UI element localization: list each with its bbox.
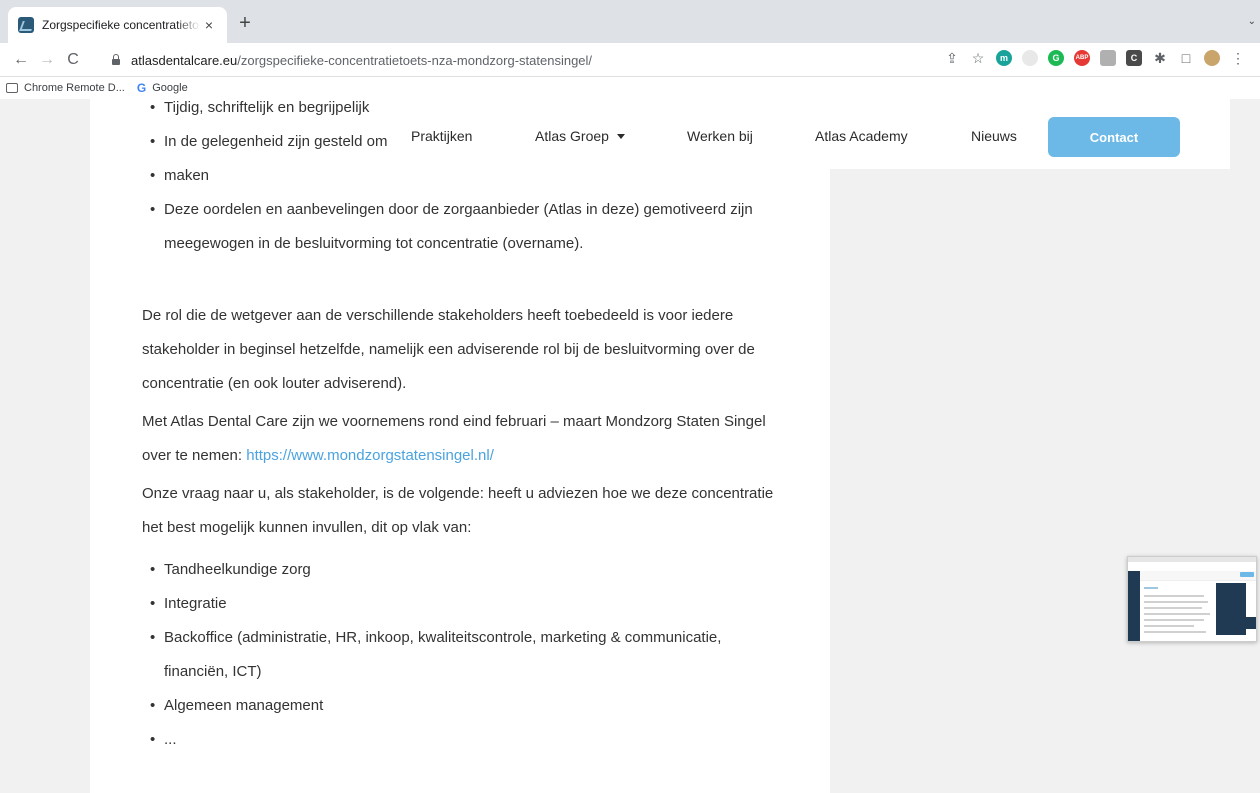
site-favicon-icon bbox=[18, 17, 34, 33]
web-page: Tijdig, schriftelijk en begrijpelijk In … bbox=[0, 99, 1260, 793]
bookmarks-bar: Chrome Remote D... G Google bbox=[0, 77, 1260, 99]
profile-avatar[interactable] bbox=[1204, 50, 1220, 66]
tab-strip: Zorgspecifieke concentratietoets × + ⌄ bbox=[0, 0, 1260, 43]
list-item: Integratie bbox=[142, 587, 782, 621]
extension-adblock-icon[interactable]: ABP bbox=[1074, 50, 1090, 66]
bookmark-label: Google bbox=[152, 82, 188, 94]
close-tab-icon[interactable]: × bbox=[201, 17, 217, 33]
caret-down-icon bbox=[616, 133, 625, 139]
lock-icon[interactable] bbox=[111, 54, 121, 66]
extension-c-icon[interactable]: C bbox=[1126, 50, 1142, 66]
tab-search-icon[interactable]: ⌄ bbox=[1248, 16, 1256, 27]
extension-box-icon[interactable] bbox=[1100, 50, 1116, 66]
nav-werken-bij[interactable]: Werken bij bbox=[687, 128, 753, 144]
google-icon: G bbox=[136, 81, 147, 95]
share-icon[interactable]: ⇪ bbox=[944, 50, 960, 66]
new-tab-button[interactable]: + bbox=[234, 12, 256, 34]
extensions-puzzle-icon[interactable]: ✱ bbox=[1152, 50, 1168, 66]
paragraph-question: Onze vraag naar u, als stakeholder, is d… bbox=[142, 485, 774, 536]
list-item: ... bbox=[142, 723, 782, 757]
bookmark-chrome-remote[interactable]: Chrome Remote D... bbox=[6, 82, 125, 94]
list-item: Backoffice (administratie, HR, inkoop, k… bbox=[142, 621, 782, 689]
extension-m-icon[interactable]: m bbox=[996, 50, 1012, 66]
nav-nieuws[interactable]: Nieuws bbox=[971, 128, 1017, 144]
nav-atlas-groep[interactable]: Atlas Groep bbox=[535, 128, 625, 144]
extension-grammarly-icon[interactable]: G bbox=[1048, 50, 1064, 66]
browser-tab[interactable]: Zorgspecifieke concentratietoets × bbox=[8, 7, 227, 43]
back-button[interactable]: ← bbox=[10, 49, 32, 71]
nav-praktijken[interactable]: Praktijken bbox=[411, 128, 472, 144]
tab-title: Zorgspecifieke concentratietoets bbox=[42, 18, 200, 32]
forward-button[interactable]: → bbox=[36, 49, 58, 71]
list-item: Deze oordelen en aanbevelingen door de z… bbox=[142, 193, 782, 261]
paragraph-roles: De rol die de wetgever aan de verschille… bbox=[142, 307, 755, 392]
contact-button[interactable]: Contact bbox=[1048, 117, 1180, 157]
list-item: Algemeen management bbox=[142, 689, 782, 723]
address-bar[interactable]: atlasdentalcare.eu/zorgspecifieke-concen… bbox=[101, 47, 821, 73]
nav-atlas-academy[interactable]: Atlas Academy bbox=[815, 128, 908, 144]
menu-kebab-icon[interactable]: ⋮ bbox=[1230, 50, 1246, 66]
bookmark-label: Chrome Remote D... bbox=[24, 82, 125, 94]
site-navigation: Praktijken Atlas Groep Werken bij Atlas … bbox=[0, 99, 1260, 169]
article-card: Tijdig, schriftelijk en begrijpelijk In … bbox=[90, 99, 830, 793]
url-path: /zorgspecifieke-concentratietoets-nza-mo… bbox=[237, 52, 593, 68]
mondzorg-link[interactable]: https://www.mondzorgstatensingel.nl/ bbox=[246, 447, 494, 464]
remote-desktop-icon bbox=[6, 83, 18, 93]
reload-button[interactable]: C bbox=[62, 49, 84, 71]
topics-list: Tandheelkundige zorg Integratie Backoffi… bbox=[142, 553, 782, 757]
extension-grey-icon[interactable] bbox=[1022, 50, 1038, 66]
url-host: atlasdentalcare.eu bbox=[131, 52, 238, 68]
toolbar-icons: ⇪ ☆ m G ABP C ✱ □ ⋮ bbox=[944, 50, 1246, 66]
bookmark-google[interactable]: G Google bbox=[137, 81, 188, 95]
bookmark-star-icon[interactable]: ☆ bbox=[970, 50, 986, 66]
article-body: Tijdig, schriftelijk en begrijpelijk In … bbox=[142, 99, 782, 757]
screenshot-thumbnail[interactable] bbox=[1127, 556, 1257, 642]
list-item: Tandheelkundige zorg bbox=[142, 553, 782, 587]
paragraph-acquisition: Met Atlas Dental Care zijn we voornemens… bbox=[142, 413, 766, 464]
browser-toolbar: ← → C atlasdentalcare.eu/zorgspecifieke-… bbox=[0, 43, 1260, 77]
side-panel-icon[interactable]: □ bbox=[1178, 50, 1194, 66]
